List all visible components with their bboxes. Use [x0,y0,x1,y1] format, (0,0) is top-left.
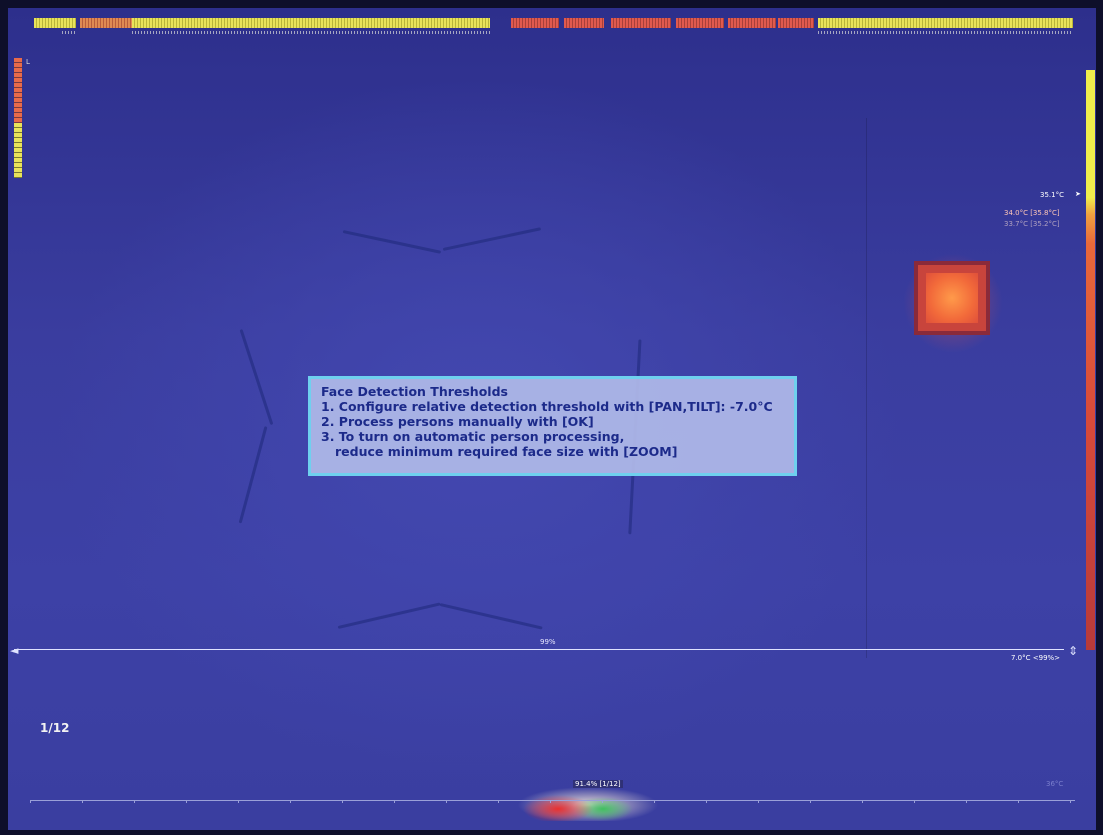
page-counter: 1/12 [40,721,70,735]
top-meter-ticks-left [62,31,76,34]
top-meter-ticks-right [818,31,1073,34]
top-meter-right-a [511,18,559,28]
scale-alarm-temp: 34.0°C [35.8°C] [1004,209,1060,217]
target-guide-top-left [342,230,442,254]
dialog-title: Face Detection Thresholds [321,384,508,399]
top-meter-left-c [132,18,490,28]
top-meter-left-a [34,18,76,28]
top-meter-right-e [728,18,776,28]
up-down-arrows-icon[interactable]: ⇕ [1068,644,1078,658]
top-meter-ticks-mid [132,31,490,34]
target-guide-left-lower [238,426,268,524]
temperature-scale-bar [1086,70,1095,650]
threshold-percent: 99% [540,638,556,646]
left-level-meter [14,58,22,178]
thermal-camera-view: L 35.1°C ➤ 34.0°C [35.8°C] 33.7°C [35.2°… [8,8,1096,830]
target-guide-top-right [442,227,542,251]
histogram-right-label: 36°C [1046,780,1064,788]
column-divider [866,118,867,658]
target-guide-left-upper [239,329,274,426]
top-meter-right-f [778,18,814,28]
face-detection-dialog: Face Detection Thresholds 1. Configure r… [308,376,797,476]
dialog-step-1: 1. Configure relative detection threshol… [321,399,773,414]
arrow-right-icon: ➤ [1075,190,1081,198]
arrow-left-icon: ◄ [10,644,19,657]
hot-object-core [926,273,978,323]
dialog-step-2: 2. Process persons manually with [OK] [321,414,594,429]
histogram-ticks [30,800,1075,803]
threshold-readout: 7.0°C <99%> [1011,654,1061,662]
top-meter-right-b [564,18,604,28]
scale-top-temp: 35.1°C [1040,191,1064,199]
dialog-step-3-cont: reduce minimum required face size with [… [335,444,678,459]
top-meter-right-g [818,18,1073,28]
scale-secondary-temp: 33.7°C [35.2°C] [1004,220,1060,228]
top-meter-left-b [80,18,132,28]
top-meter-right-c [611,18,671,28]
threshold-line[interactable] [14,649,1064,650]
target-guide-bottom-left [337,602,441,629]
target-guide-bottom-right [439,603,543,630]
dialog-step-3: 3. To turn on automatic person processin… [321,429,625,444]
histogram-label: 91.4% [1/12] [573,780,623,788]
top-meter-right-d [676,18,724,28]
left-meter-label: L [26,58,30,66]
